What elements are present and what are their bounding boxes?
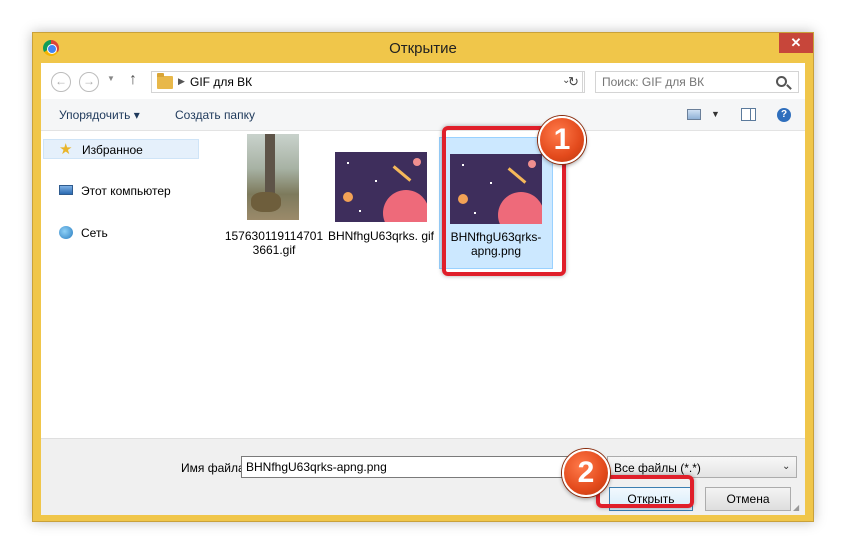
star-icon: ★ (59, 141, 73, 158)
network-icon (59, 226, 73, 239)
recent-locations-dropdown[interactable]: ▼ (107, 74, 115, 83)
sidebar-item-favorites[interactable]: ★ Избранное (43, 139, 199, 159)
help-icon[interactable]: ? (777, 108, 791, 122)
computer-icon (59, 185, 73, 195)
sidebar-item-this-pc[interactable]: Этот компьютер (43, 181, 199, 201)
breadcrumb-separator-icon: ▶ (178, 76, 185, 86)
navigation-bar: ← → ▼ ↑ ▶ GIF для ВК ⌄ ↻ (41, 63, 805, 99)
thumbnail-star (359, 210, 361, 212)
file-thumbnail (247, 134, 299, 220)
up-folder-button[interactable]: ↑ (129, 71, 137, 89)
filename-label: Имя файла: (181, 461, 248, 475)
dialog-client-area: ← → ▼ ↑ ▶ GIF для ВК ⌄ ↻ Упорядочить ▾ (41, 63, 805, 515)
search-input[interactable] (602, 75, 772, 89)
new-folder-button[interactable]: Создать папку (175, 108, 255, 122)
navigation-pane: ★ Избранное Этот компьютер Сеть (41, 132, 201, 438)
file-item[interactable]: 157630119114701 3661.gif (219, 132, 329, 302)
resize-grip-icon[interactable]: ◢ (793, 503, 799, 512)
window-title: Открытие (389, 40, 457, 57)
organize-button[interactable]: Упорядочить ▾ (59, 108, 140, 122)
refresh-button[interactable]: ↻ (563, 71, 585, 93)
command-toolbar: Упорядочить ▾ Создать папку ▼ ? (41, 99, 805, 131)
sidebar-item-label: Избранное (82, 143, 143, 157)
preview-pane-icon[interactable] (741, 108, 756, 121)
view-options-dropdown[interactable]: ▼ (711, 109, 720, 119)
thumbnail-planet (383, 190, 427, 222)
file-name: 157630119114701 3661.gif (224, 229, 324, 257)
folder-icon (157, 73, 173, 89)
thumbnail-star (347, 162, 349, 164)
forward-button[interactable]: → (79, 72, 99, 92)
file-item[interactable]: BHNfhgU63qrks. gif (326, 132, 436, 302)
open-file-dialog: Открытие ✕ ← → ▼ ↑ ▶ GIF для ВК ⌄ ↻ Поис… (32, 32, 814, 522)
back-button[interactable]: ← (51, 72, 71, 92)
file-name: BHNfhgU63qrks. gif (327, 229, 435, 243)
annotation-highlight-open-button (596, 475, 694, 508)
file-thumbnail (335, 152, 427, 222)
address-bar[interactable]: ▶ GIF для ВК ⌄ (151, 71, 583, 93)
change-view-icon[interactable] (687, 109, 701, 120)
sidebar-item-label: Этот компьютер (81, 184, 171, 198)
thumbnail-planet-small (343, 192, 353, 202)
screenshot-stage: Открытие ✕ ← → ▼ ↑ ▶ GIF для ВК ⌄ ↻ Поис… (0, 0, 847, 556)
sidebar-item-network[interactable]: Сеть (43, 223, 199, 243)
thumbnail-star (375, 180, 377, 182)
search-box[interactable] (595, 71, 799, 93)
annotation-step-badge-2: 2 (562, 449, 610, 497)
close-button[interactable]: ✕ (779, 33, 813, 53)
file-type-filter-value: Все файлы (*.*) (614, 461, 701, 475)
thumbnail-moon (413, 158, 421, 166)
search-icon[interactable] (776, 76, 787, 87)
title-bar: Открытие ✕ (33, 33, 813, 63)
cancel-button[interactable]: Отмена (705, 487, 791, 511)
filename-input[interactable] (241, 456, 601, 478)
breadcrumb-current-folder[interactable]: GIF для ВК (190, 75, 252, 89)
thumbnail-comet (392, 165, 412, 182)
sidebar-item-label: Сеть (81, 226, 108, 240)
chevron-down-icon: ⌄ (782, 461, 791, 472)
annotation-step-badge-1: 1 (538, 116, 586, 164)
